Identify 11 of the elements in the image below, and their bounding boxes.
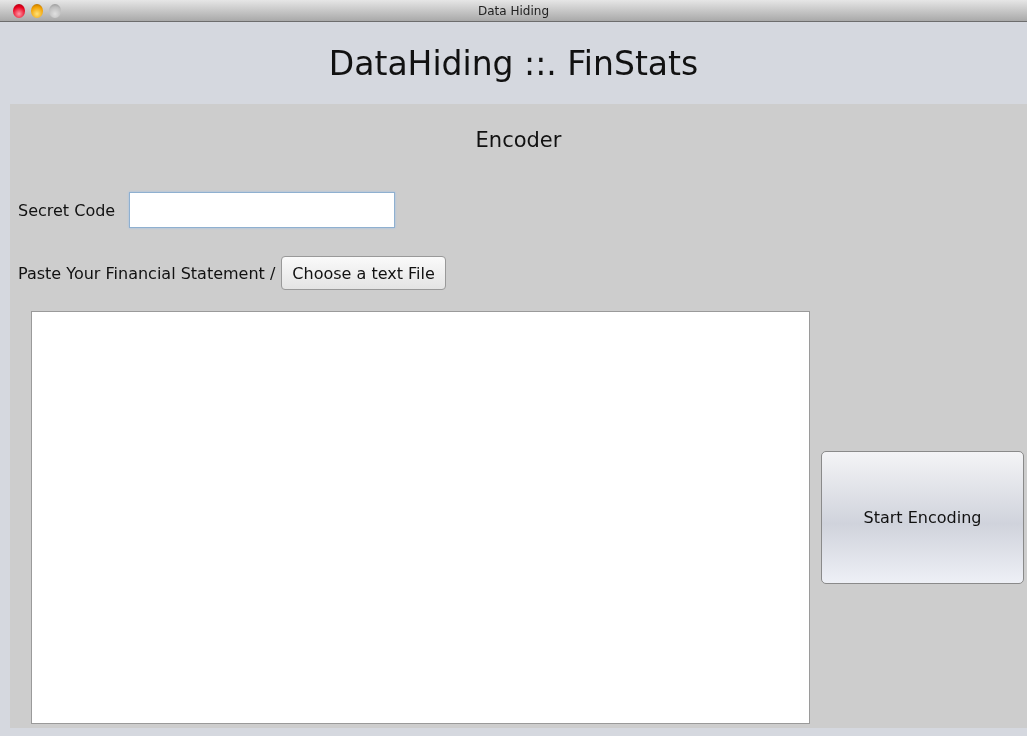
field-label: Secret Code [18,200,116,220]
start-encoding-button[interactable]: Start Encoding [821,451,1024,584]
minimize-button[interactable] [31,3,43,18]
choose-file-button[interactable]: Choose a text File [281,256,446,290]
field-label: Paste Your Financial Statement / [18,263,276,283]
zoom-button[interactable] [49,3,61,18]
app-title: DataHiding ::. FinStats [328,43,699,83]
close-button[interactable] [13,3,25,18]
window-title: Data Hiding [478,3,549,18]
secret-code-field[interactable] [129,192,396,228]
section-title: Encoder [475,128,562,152]
